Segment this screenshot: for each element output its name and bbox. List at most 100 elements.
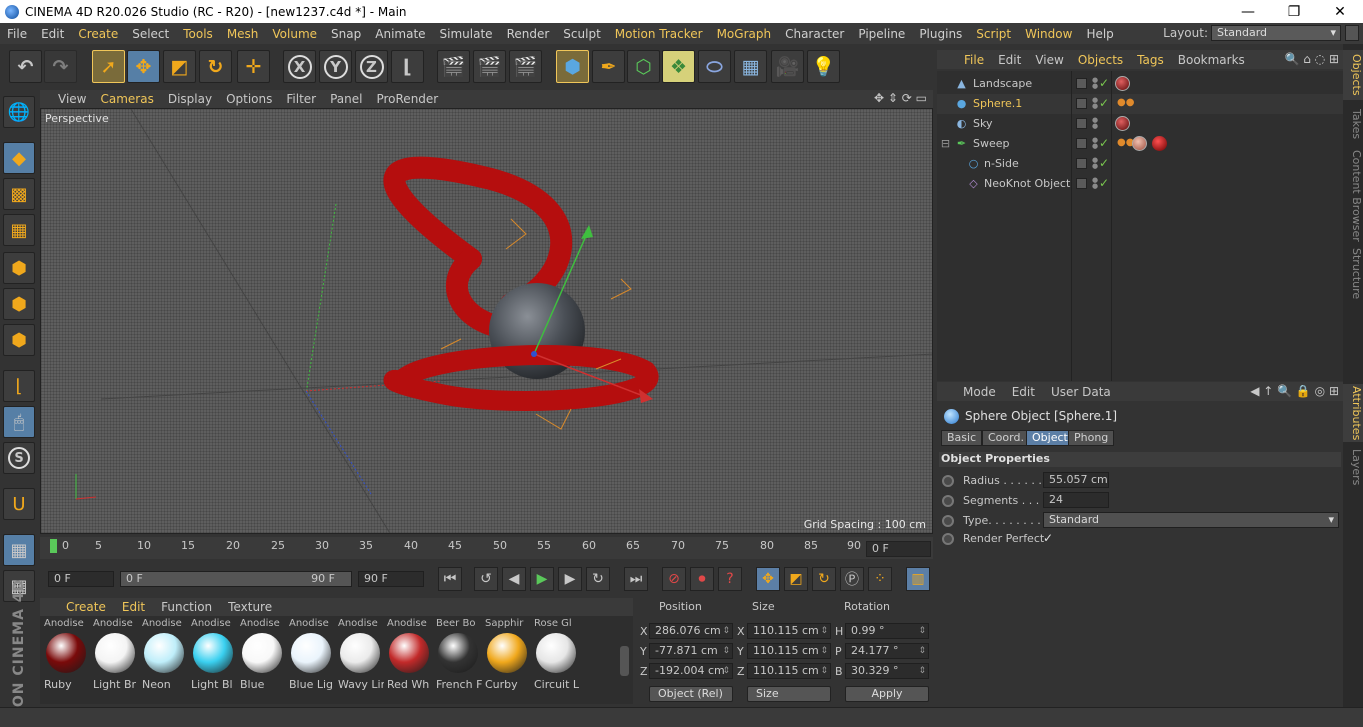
lock-workplane-button[interactable]: ▦ bbox=[3, 534, 35, 566]
layer-flag[interactable] bbox=[1076, 138, 1087, 149]
cube-object-button[interactable]: ⬢ bbox=[556, 50, 589, 83]
layer-flag[interactable] bbox=[1076, 178, 1087, 189]
visibility-dots[interactable]: ● ● bbox=[1092, 77, 1098, 90]
autokeying-button[interactable]: ⏺ bbox=[690, 567, 714, 591]
rotation-h-field[interactable]: 0.99 ° bbox=[845, 623, 929, 639]
3d-viewport[interactable]: Perspective Grid Spacing : 100 cm bbox=[40, 108, 933, 534]
tweak-mode-button[interactable]: 🖱 bbox=[3, 406, 35, 438]
position-y-field[interactable]: -77.871 cm bbox=[649, 643, 733, 659]
size-z-field[interactable]: 110.115 cm bbox=[747, 663, 831, 679]
side-tab-objects[interactable]: Objects bbox=[1343, 50, 1363, 100]
menu-sculpt[interactable]: Sculpt bbox=[556, 27, 607, 41]
material-menu-edit[interactable]: Edit bbox=[114, 600, 153, 614]
object-list[interactable]: ▲ Landscape ● ● ✓ ● Sphere.1 ● ● ✓ ●● ◐ Sk… bbox=[937, 71, 1343, 381]
object-menu-tags[interactable]: Tags bbox=[1130, 53, 1171, 67]
layer-flag[interactable] bbox=[1076, 118, 1087, 129]
snap-button[interactable]: S bbox=[3, 442, 35, 474]
object-row-neoknot[interactable]: ◇ NeoKnot Object ● ● ✓ bbox=[937, 174, 1343, 194]
play-button[interactable]: ▶ bbox=[530, 567, 554, 591]
menu-help[interactable]: Help bbox=[1079, 27, 1120, 41]
panel-restore-button[interactable] bbox=[1345, 25, 1359, 41]
enabled-check-icon[interactable]: ✓ bbox=[1099, 156, 1109, 170]
edit-render-settings-button[interactable]: 🎬 bbox=[509, 50, 542, 83]
menu-render[interactable]: Render bbox=[500, 27, 557, 41]
rotation-b-field[interactable]: 30.329 ° bbox=[845, 663, 929, 679]
viewport-menu-prorender[interactable]: ProRender bbox=[369, 92, 445, 106]
material-item[interactable]: Beer Bo French F bbox=[434, 616, 482, 704]
object-menu-bookmarks[interactable]: Bookmarks bbox=[1171, 53, 1252, 67]
enabled-check-icon[interactable]: ✓ bbox=[1099, 176, 1109, 190]
move-tool-button[interactable]: ✥ bbox=[127, 50, 160, 83]
record-point-level-button[interactable]: ⁘ bbox=[868, 567, 892, 591]
tab-object[interactable]: Object bbox=[1026, 430, 1074, 446]
light-object-button[interactable]: 💡 bbox=[807, 50, 840, 83]
menu-mesh[interactable]: Mesh bbox=[220, 27, 266, 41]
position-x-field[interactable]: 286.076 cm bbox=[649, 623, 733, 639]
menu-select[interactable]: Select bbox=[125, 27, 176, 41]
workplane-mode-button[interactable]: ▦ bbox=[3, 214, 35, 246]
material-item[interactable]: Anodise Wavy Lin bbox=[336, 616, 384, 704]
rotation-p-field[interactable]: 24.177 ° bbox=[845, 643, 929, 659]
live-selection-button[interactable]: ➚ bbox=[92, 50, 125, 83]
attribute-menu-edit[interactable]: Edit bbox=[1004, 385, 1043, 399]
material-tag-icon[interactable] bbox=[1115, 76, 1130, 91]
attribute-menu-mode[interactable]: Mode bbox=[937, 385, 1004, 399]
side-tab-takes[interactable]: Takes bbox=[1343, 104, 1363, 144]
object-column-divider[interactable] bbox=[1111, 71, 1112, 381]
make-editable-button[interactable]: 🌐 bbox=[3, 96, 35, 128]
viewport-menu-view[interactable]: View bbox=[40, 92, 93, 106]
menu-simulate[interactable]: Simulate bbox=[433, 27, 500, 41]
layer-flag[interactable] bbox=[1076, 98, 1087, 109]
size-x-field[interactable]: 110.115 cm bbox=[747, 623, 831, 639]
go-to-end-button[interactable]: ⏭ bbox=[624, 567, 648, 591]
viewport-nav-icons[interactable]: ✥ ⇕ ⟳ ▭ bbox=[874, 91, 927, 105]
material-menu-function[interactable]: Function bbox=[153, 600, 220, 614]
material-tag-icon[interactable] bbox=[1115, 116, 1130, 131]
object-column-divider[interactable] bbox=[1071, 71, 1072, 381]
undo-button[interactable]: ↶ bbox=[9, 50, 42, 83]
cloner-button[interactable]: ❖ bbox=[662, 50, 695, 83]
previous-key-button[interactable]: ↺ bbox=[474, 567, 498, 591]
object-menu-view[interactable]: View bbox=[1028, 53, 1070, 67]
menu-character[interactable]: Character bbox=[778, 27, 851, 41]
restore-button[interactable]: ❐ bbox=[1271, 0, 1317, 23]
viewport-menu-display[interactable]: Display bbox=[161, 92, 219, 106]
menu-create[interactable]: Create bbox=[71, 27, 125, 41]
material-item[interactable]: Sapphir Curby bbox=[483, 616, 531, 704]
menu-window[interactable]: Window bbox=[1018, 27, 1079, 41]
scale-tool-button[interactable]: ◩ bbox=[163, 50, 196, 83]
axis-mode-button[interactable]: ⌊ bbox=[3, 370, 35, 402]
go-to-start-button[interactable]: ⏮ bbox=[438, 567, 462, 591]
floor-object-button[interactable]: ▦ bbox=[734, 50, 767, 83]
attribute-menu-user-data[interactable]: User Data bbox=[1043, 385, 1119, 399]
animate-type-radio[interactable] bbox=[942, 515, 954, 527]
position-z-field[interactable]: -192.004 cm bbox=[649, 663, 733, 679]
attribute-nav-icons[interactable]: ◀ ↑ 🔍 🔒 ◎ ⊞ bbox=[1250, 384, 1339, 398]
tab-basic[interactable]: Basic bbox=[941, 430, 983, 446]
timeline-window-button[interactable]: ▥ bbox=[906, 567, 930, 591]
object-menu-objects[interactable]: Objects bbox=[1071, 53, 1130, 67]
render-perfect-checkbox[interactable]: ✓ bbox=[1043, 531, 1053, 545]
radius-field[interactable]: 55.057 cm bbox=[1043, 472, 1109, 488]
pen-spline-button[interactable]: ✒ bbox=[592, 50, 625, 83]
menu-animate[interactable]: Animate bbox=[368, 27, 432, 41]
polygons-mode-button[interactable]: ⬢ bbox=[3, 324, 35, 356]
material-item[interactable]: Anodise Light Bl bbox=[189, 616, 237, 704]
record-scale-button[interactable]: ◩ bbox=[784, 567, 808, 591]
visibility-dots[interactable]: ● ● bbox=[1092, 117, 1098, 130]
material-item[interactable]: Anodise Light Br bbox=[91, 616, 139, 704]
camera-object-button[interactable]: 🎥 bbox=[771, 50, 804, 83]
render-to-picture-viewer-button[interactable]: 🎬 bbox=[473, 50, 506, 83]
visibility-dots[interactable]: ● ● bbox=[1092, 177, 1098, 190]
size-y-field[interactable]: 110.115 cm bbox=[747, 643, 831, 659]
bend-deformer-button[interactable]: ⬭ bbox=[698, 50, 731, 83]
record-active-objects-button[interactable]: ⊘ bbox=[662, 567, 686, 591]
keyframe-selection-button[interactable]: ? bbox=[718, 567, 742, 591]
object-menu-edit[interactable]: Edit bbox=[991, 53, 1028, 67]
z-axis-lock-button[interactable]: Z bbox=[355, 50, 388, 83]
layer-flag[interactable] bbox=[1076, 78, 1087, 89]
size-mode-select[interactable]: Size bbox=[747, 686, 831, 702]
next-key-button[interactable]: ↻ bbox=[586, 567, 610, 591]
layer-flag[interactable] bbox=[1076, 158, 1087, 169]
subdivision-surface-button[interactable]: ⬡ bbox=[627, 50, 660, 83]
